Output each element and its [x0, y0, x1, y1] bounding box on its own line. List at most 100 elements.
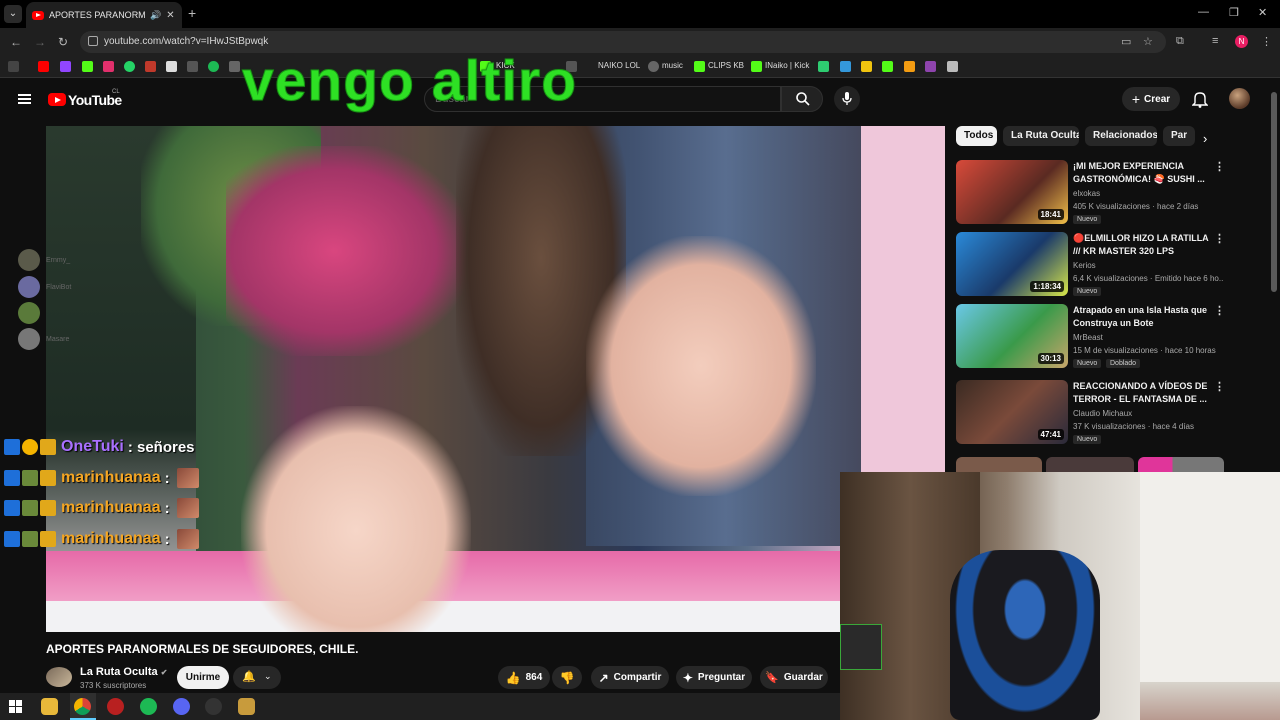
more-options-icon[interactable]: ⋮ — [1214, 380, 1225, 393]
minimize-icon[interactable]: — — [1198, 6, 1209, 18]
recommendation-thumbnail-partial[interactable] — [956, 457, 1042, 472]
more-options-icon[interactable]: ⋮ — [1214, 304, 1225, 317]
window-close-icon[interactable]: ✕ — [1258, 6, 1267, 19]
bookmark-generic-icon[interactable] — [947, 61, 958, 72]
tab-search-button[interactable]: ⌄ — [4, 5, 22, 23]
bookmark-generic-icon[interactable] — [229, 61, 240, 72]
more-options-icon[interactable]: ⋮ — [1214, 232, 1225, 245]
share-button[interactable]: ↗ Compartir — [591, 666, 669, 689]
bookmark-generic-icon[interactable] — [904, 61, 915, 72]
maximize-icon[interactable]: ❐ — [1229, 6, 1239, 19]
channel-avatar[interactable] — [46, 667, 72, 687]
recommendation-item[interactable]: 30:13 Atrapado en una Isla Hasta que Con… — [956, 304, 1226, 370]
browser-menu-icon[interactable]: ⋮ — [1261, 35, 1272, 48]
page-scrollbar[interactable] — [1271, 92, 1277, 292]
video-thumbnail[interactable]: 47:41 — [956, 380, 1068, 444]
bookmark-label[interactable]: INaiko | Kick — [765, 61, 809, 70]
bookmark-generic-icon[interactable] — [925, 61, 936, 72]
file-explorer-icon[interactable] — [41, 698, 58, 715]
bookmark-generic-icon[interactable] — [861, 61, 872, 72]
bookmark-twitch-icon[interactable] — [60, 61, 71, 72]
chat-username[interactable]: marinhuanaa — [61, 530, 161, 548]
subscribe-notifications-button[interactable]: 🔔 ⌄ — [233, 666, 281, 689]
video-thumbnail[interactable]: 1:18:34 — [956, 232, 1068, 296]
bookmark-clips-icon[interactable] — [694, 61, 705, 72]
menu-icon[interactable] — [18, 94, 31, 104]
recommendation-thumbnail-partial[interactable] — [1046, 457, 1134, 472]
recommendation-thumbnail-partial[interactable] — [1138, 457, 1224, 472]
dislike-button[interactable]: 👎 — [552, 666, 582, 689]
bookmark-generic-icon[interactable] — [818, 61, 829, 72]
like-button[interactable]: 👍 864 — [498, 666, 550, 689]
reload-icon[interactable]: ↻ — [58, 35, 68, 49]
new-tab-button[interactable]: + — [188, 5, 196, 21]
chat-username[interactable]: marinhuanaa — [61, 499, 161, 517]
chip-channel[interactable]: La Ruta Oculta — [1003, 126, 1079, 146]
bookmark-kick-icon[interactable] — [82, 61, 93, 72]
youtube-logo-icon[interactable] — [48, 93, 66, 106]
bookmark-youtube-icon[interactable] — [38, 61, 49, 72]
bookmark-red-icon[interactable] — [145, 61, 156, 72]
bookmark-generic-icon[interactable] — [840, 61, 851, 72]
rec-title[interactable]: Atrapado en una Isla Hasta que Construya… — [1073, 304, 1210, 330]
chat-username[interactable]: OneTuki — [61, 438, 124, 456]
browser-tab-active[interactable]: APORTES PARANORMALES 🔊 ✕ — [26, 2, 182, 28]
cast-icon[interactable]: ▭ — [1121, 35, 1131, 48]
chevron-right-icon[interactable]: › — [1203, 131, 1207, 146]
app-icon[interactable] — [107, 698, 124, 715]
voice-search-button[interactable] — [834, 86, 860, 112]
back-icon[interactable]: ← — [10, 35, 22, 49]
bookmark-label[interactable]: CLIPS KB — [708, 61, 744, 70]
ask-button[interactable]: ✦ Preguntar — [676, 666, 752, 689]
bookmark-spotify-icon[interactable] — [208, 61, 219, 72]
channel-name[interactable]: La Ruta Oculta ✔ — [80, 666, 167, 678]
video-thumbnail[interactable]: 18:41 — [956, 160, 1068, 224]
rec-title[interactable]: ¡MI MEJOR EXPERIENCIA GASTRONÓMICA! 🍣 SU… — [1073, 160, 1210, 186]
forward-icon[interactable]: → — [34, 35, 46, 49]
chip-more[interactable]: Par — [1163, 126, 1195, 146]
recommendation-item[interactable]: 1:18:34 🔴ELMILLOR HIZO LA RATILLA /// KR… — [956, 232, 1226, 298]
tab-audio-icon[interactable]: 🔊 — [150, 10, 161, 21]
media-control-icon[interactable]: ≡ — [1212, 35, 1218, 47]
chat-username[interactable]: marinhuanaa — [61, 469, 161, 487]
tab-close-icon[interactable]: ✕ — [166, 10, 174, 21]
save-button[interactable]: 🔖 Guardar — [760, 666, 828, 689]
chip-todos[interactable]: Todos — [956, 126, 997, 146]
extensions-icon[interactable]: ⧉ — [1176, 35, 1184, 48]
bookmark-music-icon[interactable] — [648, 61, 659, 72]
bookmark-label[interactable]: music — [662, 61, 683, 70]
bookmark-generic-icon[interactable] — [882, 61, 893, 72]
video-player[interactable] — [46, 126, 945, 632]
discord-icon[interactable] — [173, 698, 190, 715]
spotify-icon[interactable] — [140, 698, 157, 715]
bookmark-whatsapp-icon[interactable] — [124, 61, 135, 72]
bookmark-label[interactable]: NAIKO LOL — [598, 61, 640, 70]
apps-grid-icon[interactable] — [8, 61, 19, 72]
video-thumbnail[interactable]: 30:13 — [956, 304, 1068, 368]
windows-start-icon[interactable] — [9, 700, 22, 713]
rec-channel[interactable]: Claudio Michaux — [1073, 409, 1132, 418]
chip-related[interactable]: Relacionados — [1085, 126, 1157, 146]
notifications-bell-icon[interactable] — [1192, 90, 1208, 108]
bookmark-instagram-icon[interactable] — [103, 61, 114, 72]
bookmark-generic-icon[interactable] — [187, 61, 198, 72]
rec-title[interactable]: 🔴ELMILLOR HIZO LA RATILLA /// KR MASTER … — [1073, 232, 1210, 258]
join-button[interactable]: Unirme — [177, 666, 229, 689]
rec-title[interactable]: REACCIONANDO A VÍDEOS DE TERROR - EL FAN… — [1073, 380, 1210, 406]
rec-channel[interactable]: Kerios — [1073, 261, 1096, 270]
profile-avatar[interactable]: N — [1235, 35, 1248, 48]
league-of-legends-icon[interactable] — [238, 698, 255, 715]
recommendation-item[interactable]: 47:41 REACCIONANDO A VÍDEOS DE TERROR - … — [956, 380, 1226, 446]
bookmark-star-icon[interactable]: ☆ — [1143, 35, 1153, 48]
bookmark-kick-channel-icon[interactable] — [751, 61, 762, 72]
search-button[interactable] — [781, 86, 823, 112]
site-info-icon[interactable] — [88, 36, 98, 46]
rec-channel[interactable]: elxokas — [1073, 189, 1100, 198]
rec-channel[interactable]: MrBeast — [1073, 333, 1103, 342]
bookmark-x-icon[interactable] — [166, 61, 177, 72]
account-avatar[interactable] — [1229, 88, 1250, 109]
more-options-icon[interactable]: ⋮ — [1214, 160, 1225, 173]
app-icon[interactable] — [205, 698, 222, 715]
recommendation-item[interactable]: 18:41 ¡MI MEJOR EXPERIENCIA GASTRONÓMICA… — [956, 160, 1226, 226]
create-button[interactable]: + Crear — [1122, 87, 1180, 111]
